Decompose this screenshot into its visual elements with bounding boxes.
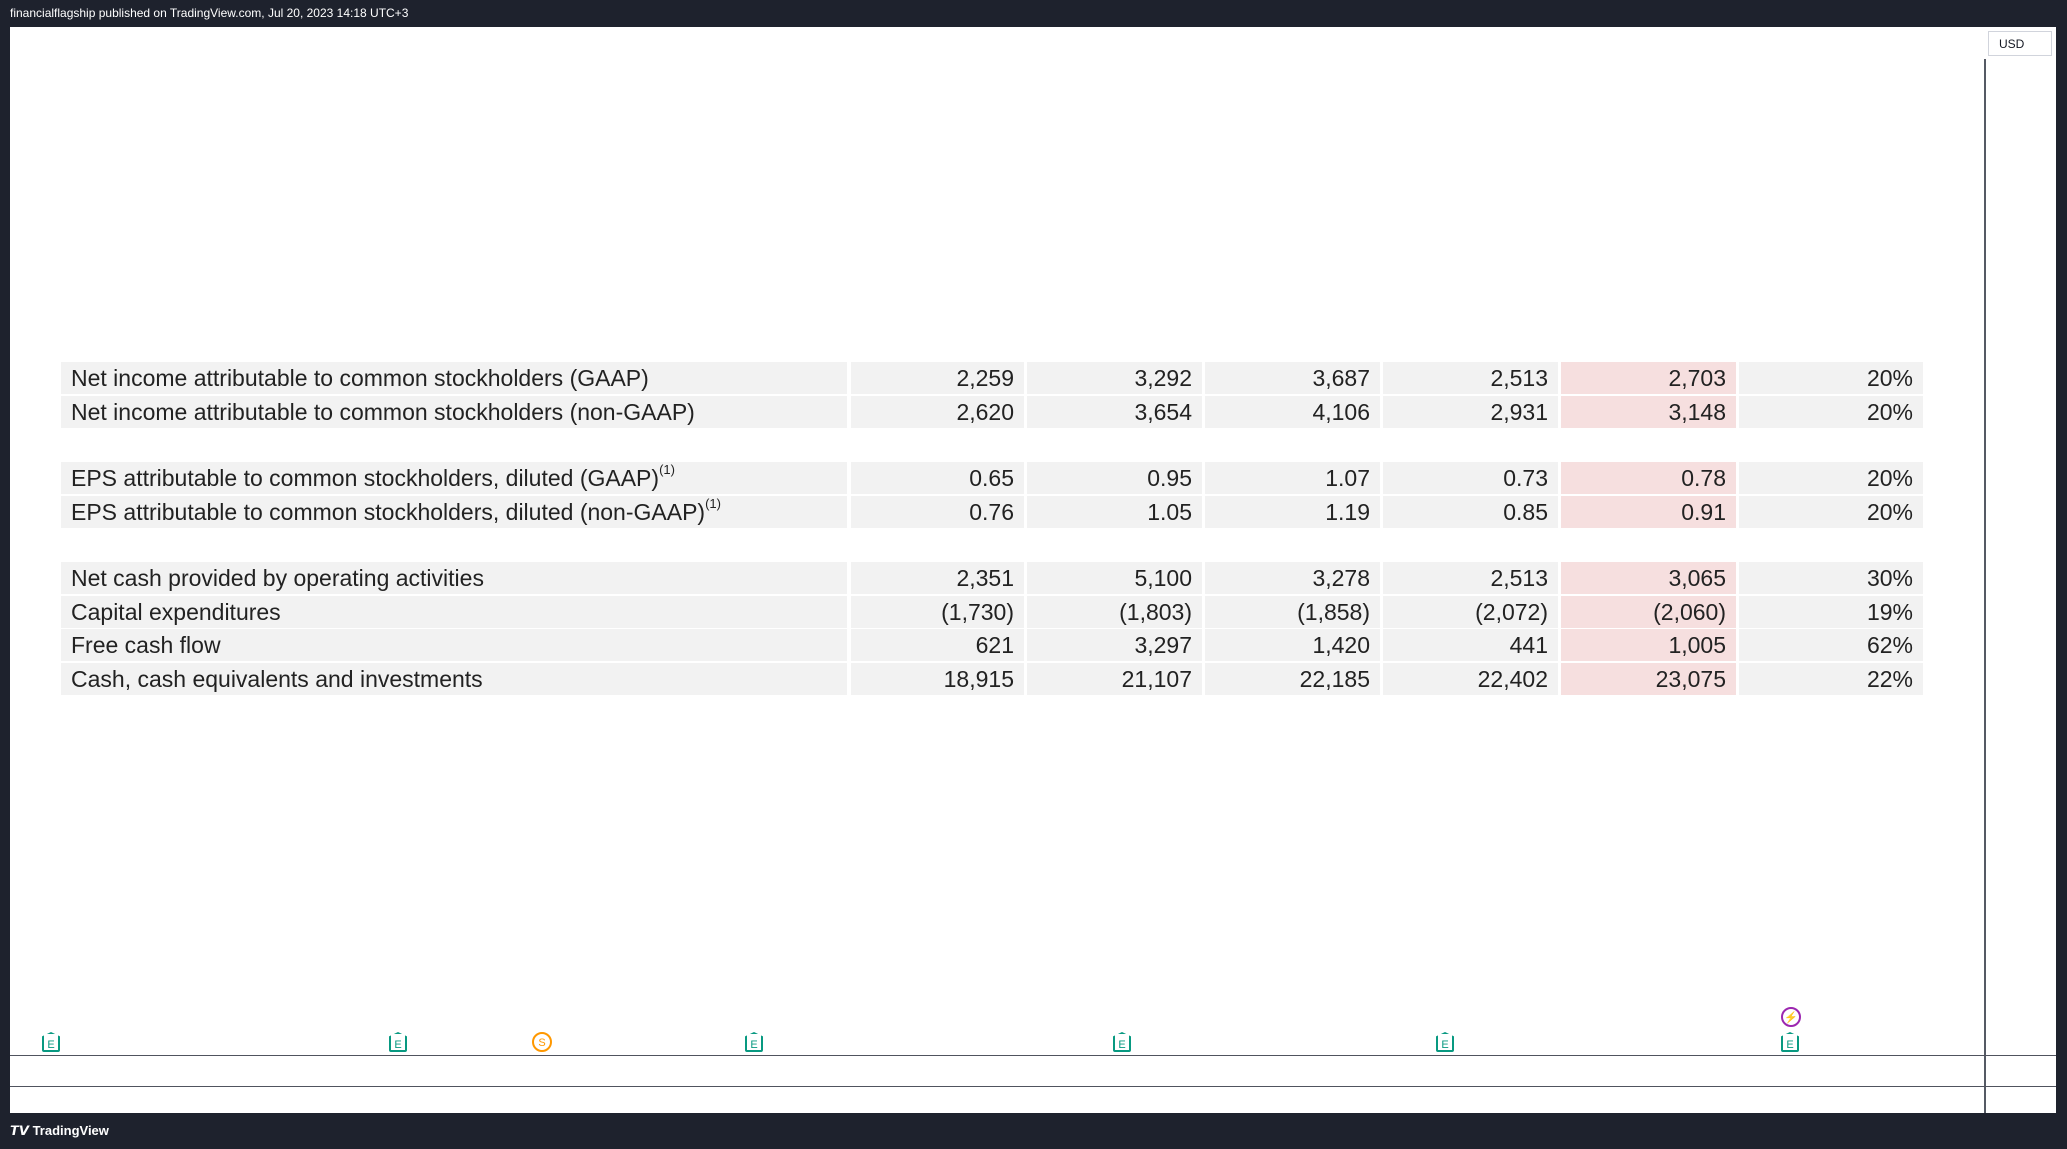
value-cell: 1,005 [1561, 629, 1736, 661]
value-cell: 2,259 [851, 362, 1024, 394]
value-cell: 1.07 [1205, 462, 1380, 494]
value-cell: 2,513 [1383, 362, 1558, 394]
value-cell: (2,072) [1383, 595, 1558, 628]
table-row: Cash, cash equivalents and investments 18… [61, 662, 1923, 696]
value-cell: 1.05 [1027, 495, 1202, 528]
value-cell: 0.91 [1561, 495, 1736, 528]
value-cell: 4,106 [1205, 395, 1380, 428]
growth-cell: 20% [1739, 462, 1923, 494]
currency-selector[interactable]: USD [1988, 31, 2052, 56]
value-cell: 3,297 [1027, 629, 1202, 661]
value-cell: 3,687 [1205, 362, 1380, 394]
tv-icon: 𝙏𝙑 [10, 1123, 29, 1138]
row-label-text: Net income attributable to common stockh… [71, 365, 649, 391]
growth-cell: 62% [1739, 629, 1923, 661]
table-row: Net cash provided by operating activitie… [61, 562, 1923, 595]
value-cell: 18,915 [851, 662, 1024, 695]
value-cell: 441 [1383, 629, 1558, 661]
value-cell: 1,420 [1205, 629, 1380, 661]
value-cell: 5,100 [1027, 562, 1202, 594]
earnings-icon[interactable]: E [1113, 1032, 1131, 1052]
value-cell: 2,931 [1383, 395, 1558, 428]
value-cell: 2,351 [851, 562, 1024, 594]
time-axis-top-border [10, 1055, 2056, 1056]
time-axis-bottom-border [10, 1086, 2056, 1087]
row-label: Net cash provided by operating activitie… [61, 562, 847, 594]
earnings-icon[interactable]: E [1436, 1032, 1454, 1052]
row-label-text: EPS attributable to common stockholders,… [71, 498, 706, 525]
earnings-icon[interactable]: E [389, 1032, 407, 1052]
value-cell: 3,292 [1027, 362, 1202, 394]
growth-cell: 22% [1739, 662, 1923, 695]
row-label-text: EPS attributable to common stockholders,… [71, 465, 660, 491]
table-row: EPS attributable to common stockholders,… [61, 495, 1923, 529]
value-cell: 22,185 [1205, 662, 1380, 695]
growth-cell: 19% [1739, 595, 1923, 628]
brand-name: TradingView [32, 1123, 109, 1138]
value-cell: 23,075 [1561, 662, 1736, 695]
row-label: Free cash flow [61, 629, 847, 661]
value-cell: 621 [851, 629, 1024, 661]
price-scale-divider[interactable] [1984, 59, 1986, 1113]
table-row: Net income attributable to common stockh… [61, 395, 1923, 429]
row-label-text: Net cash provided by operating activitie… [71, 565, 484, 591]
row-label-text: Net income attributable to common stockh… [71, 398, 695, 425]
growth-cell: 30% [1739, 562, 1923, 594]
footnote-marker: (1) [659, 462, 675, 477]
value-cell: 0.85 [1383, 495, 1558, 528]
publisher-header: financialflagship published on TradingVi… [0, 0, 2067, 27]
growth-cell: 20% [1739, 495, 1923, 528]
value-cell: 1.19 [1205, 495, 1380, 528]
tradingview-logo[interactable]: 𝙏𝙑 TradingView [0, 1123, 109, 1138]
row-label: Capital expenditures [61, 595, 847, 628]
earnings-icon[interactable]: E [745, 1032, 763, 1052]
value-cell: 2,620 [851, 395, 1024, 428]
growth-cell: 20% [1739, 395, 1923, 428]
row-label: Cash, cash equivalents and investments [61, 662, 847, 695]
table-row: Free cash flow 621 3,297 1,420 441 1,005 62% [61, 629, 1923, 662]
row-label-text: Free cash flow [71, 632, 221, 658]
value-cell: (1,730) [851, 595, 1024, 628]
value-cell: 2,703 [1561, 362, 1736, 394]
value-cell: 0.65 [851, 462, 1024, 494]
lightning-icon[interactable]: ⚡ [1781, 1007, 1801, 1027]
value-cell: 0.95 [1027, 462, 1202, 494]
value-cell: 21,107 [1027, 662, 1202, 695]
publisher-text: financialflagship published on TradingVi… [10, 6, 409, 20]
table-row: Net income attributable to common stockh… [61, 362, 1923, 395]
value-cell: (1,858) [1205, 595, 1380, 628]
growth-cell: 20% [1739, 362, 1923, 394]
value-cell: 3,065 [1561, 562, 1736, 594]
earnings-icon[interactable]: E [1781, 1032, 1799, 1052]
value-cell: 3,148 [1561, 395, 1736, 428]
row-label: Net income attributable to common stockh… [61, 395, 847, 428]
row-label-text: Cash, cash equivalents and investments [71, 665, 483, 692]
footer-bar: 𝙏𝙑 TradingView [0, 1113, 2067, 1149]
table-row: EPS attributable to common stockholders,… [61, 462, 1923, 495]
value-cell: 2,513 [1383, 562, 1558, 594]
row-label: Net income attributable to common stockh… [61, 362, 847, 394]
value-cell: (2,060) [1561, 595, 1736, 628]
row-label: EPS attributable to common stockholders,… [61, 462, 847, 494]
row-label: EPS attributable to common stockholders,… [61, 495, 847, 528]
value-cell: 0.73 [1383, 462, 1558, 494]
chart-canvas[interactable]: USD Net income attributable to common st… [10, 27, 2056, 1113]
earnings-icon[interactable]: E [42, 1032, 60, 1052]
dividend-icon[interactable]: S [532, 1032, 552, 1052]
value-cell: 3,654 [1027, 395, 1202, 428]
value-cell: 3,278 [1205, 562, 1380, 594]
value-cell: 0.78 [1561, 462, 1736, 494]
value-cell: (1,803) [1027, 595, 1202, 628]
row-label-text: Capital expenditures [71, 598, 281, 625]
value-cell: 0.76 [851, 495, 1024, 528]
table-row: Capital expenditures (1,730) (1,803) (1,858… [61, 595, 1923, 629]
footnote-marker: (1) [705, 495, 721, 511]
value-cell: 22,402 [1383, 662, 1558, 695]
